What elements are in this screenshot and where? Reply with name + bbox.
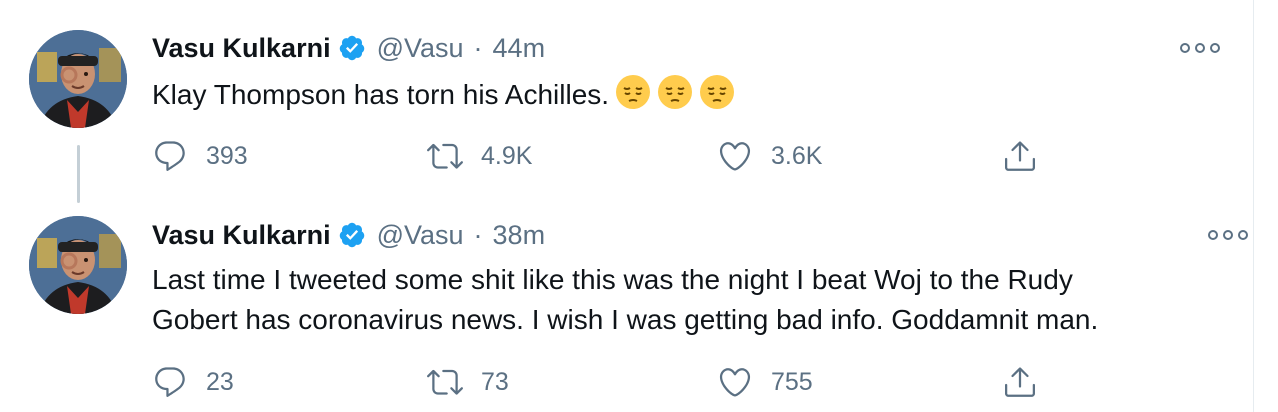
share-button[interactable] <box>1002 362 1038 402</box>
like-button[interactable]: 3.6K <box>717 136 822 176</box>
reply-icon <box>152 138 188 174</box>
like-button[interactable]: 755 <box>717 362 813 402</box>
user-handle[interactable]: @Vasu <box>377 33 464 64</box>
pensive-face-emoji <box>615 74 651 110</box>
retweet-button[interactable]: 73 <box>427 362 509 402</box>
retweet-button[interactable]: 4.9K <box>427 136 532 176</box>
tweet-actions: 393 4.9K 3.6K <box>152 136 1052 176</box>
share-icon <box>1002 138 1038 174</box>
separator-dot: · <box>473 32 483 63</box>
more-icon[interactable] <box>1180 38 1220 58</box>
retweet-icon <box>427 364 463 400</box>
tweet-text-content: Klay Thompson has torn his Achilles. <box>152 79 610 110</box>
retweet-icon <box>427 138 463 174</box>
tweet-text: Last time I tweeted some shit like this … <box>152 260 1098 340</box>
tweet-text: Klay Thompson has torn his Achilles. <box>152 74 735 115</box>
tweet-header: Vasu Kulkarni @Vasu · 38m <box>152 215 545 255</box>
pensive-face-emoji <box>657 74 693 110</box>
share-icon <box>1002 364 1038 400</box>
reply-button[interactable]: 393 <box>152 136 248 176</box>
tweet-text-line: Gobert has coronavirus news. I wish I wa… <box>152 304 1099 335</box>
separator-dot: · <box>473 219 483 250</box>
retweet-count: 73 <box>481 367 509 396</box>
verified-badge-icon <box>338 34 366 62</box>
avatar[interactable] <box>29 216 127 314</box>
reply-count: 23 <box>206 367 234 396</box>
display-name[interactable]: Vasu Kulkarni <box>152 33 331 64</box>
reply-button[interactable]: 23 <box>152 362 234 402</box>
display-name[interactable]: Vasu Kulkarni <box>152 220 331 251</box>
tweet-text-line: Last time I tweeted some shit like this … <box>152 264 1073 295</box>
share-button[interactable] <box>1002 136 1038 176</box>
tweet-actions: 23 73 755 <box>152 362 1052 402</box>
tweet[interactable]: Vasu Kulkarni @Vasu · 44m Klay Thompson … <box>0 0 1250 200</box>
tweet-header: Vasu Kulkarni @Vasu · 44m <box>152 28 545 68</box>
like-icon <box>717 138 753 174</box>
like-count: 3.6K <box>771 141 823 170</box>
retweet-count: 4.9K <box>481 141 533 170</box>
timestamp[interactable]: 44m <box>493 33 546 64</box>
pensive-face-emoji <box>699 74 735 110</box>
timeline-border <box>1253 0 1254 412</box>
like-count: 755 <box>771 367 813 396</box>
verified-badge-icon <box>338 221 366 249</box>
avatar[interactable] <box>29 30 127 128</box>
more-icon[interactable] <box>1208 225 1248 245</box>
reply-icon <box>152 364 188 400</box>
like-icon <box>717 364 753 400</box>
user-handle[interactable]: @Vasu <box>377 220 464 251</box>
reply-count: 393 <box>206 141 248 170</box>
timestamp[interactable]: 38m <box>493 220 546 251</box>
